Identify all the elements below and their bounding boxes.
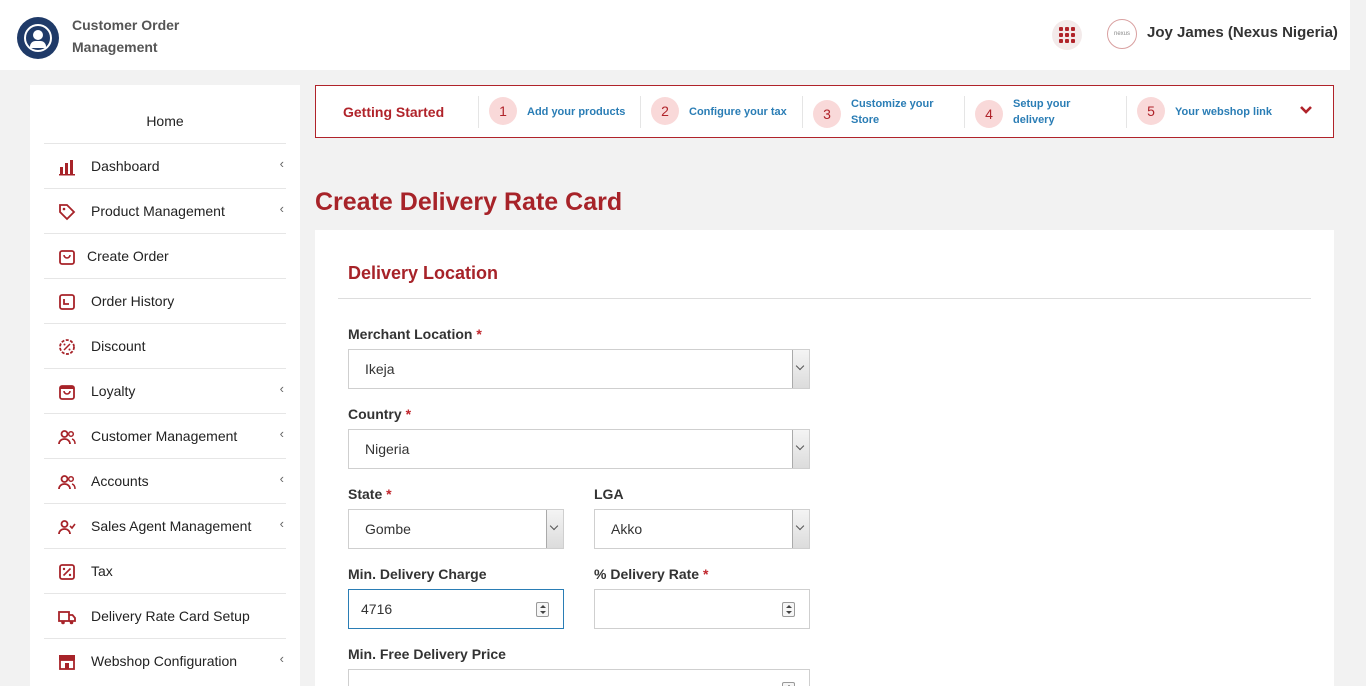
sidebar-item-tax[interactable]: Tax [44, 548, 286, 593]
delivery-rate-label: % Delivery Rate * [594, 566, 709, 582]
sidebar-item-order-history[interactable]: Order History [44, 278, 286, 323]
step-label: Configure your tax [689, 106, 787, 118]
chevron-down-icon [792, 430, 809, 468]
lga-select[interactable]: Akko [594, 509, 810, 549]
users-icon [58, 430, 76, 445]
step-number: 3 [813, 100, 841, 128]
chevron-down-icon [792, 510, 809, 548]
history-icon [59, 294, 75, 310]
sidebar-item-sales-agent-management[interactable]: Sales Agent Management ‹ [44, 503, 286, 548]
sidebar-item-label: Customer Management [91, 428, 238, 444]
number-spinner[interactable] [782, 682, 795, 686]
min-delivery-charge-input[interactable]: 4716 [348, 589, 564, 629]
tag-icon [59, 204, 76, 221]
app-logo[interactable] [17, 17, 59, 59]
sidebar-item-product-management[interactable]: Product Management ‹ [44, 188, 286, 233]
merchant-location-label: Merchant Location * [348, 326, 482, 342]
step-customize-store[interactable]: 3 Customize your Store [802, 96, 964, 128]
section-divider [338, 298, 1311, 299]
lga-label: LGA [594, 486, 624, 502]
step-number: 4 [975, 100, 1003, 128]
gift-icon [59, 385, 75, 400]
store-icon [59, 655, 75, 670]
users-icon [58, 475, 76, 490]
state-label: State * [348, 486, 392, 502]
shopping-bag-icon [59, 250, 75, 265]
min-free-delivery-price-label: Min. Free Delivery Price [348, 646, 506, 662]
sidebar-item-dashboard[interactable]: Dashboard ‹ [44, 143, 286, 188]
merchant-location-select[interactable]: Ikeja [348, 349, 810, 389]
sidebar-item-label: Loyalty [91, 383, 136, 399]
step-number: 2 [651, 97, 679, 125]
chevron-down-icon [792, 350, 809, 388]
top-header: Customer Order Management nexus Joy Jame… [0, 0, 1350, 70]
percent-icon [59, 564, 75, 580]
chevron-left-icon: ‹ [279, 651, 284, 666]
truck-icon [58, 611, 76, 625]
step-number: 1 [489, 97, 517, 125]
chevron-left-icon: ‹ [279, 426, 284, 441]
number-spinner[interactable] [782, 602, 795, 617]
delivery-location-card: Delivery Location Merchant Location * Ik… [315, 230, 1334, 686]
chevron-down-icon [546, 510, 563, 548]
sidebar-item-label: Create Order [87, 248, 169, 264]
step-add-products[interactable]: 1 Add your products [478, 96, 640, 128]
sidebar: Home Dashboard ‹ Product Management ‹ Cr… [30, 85, 300, 686]
step-setup-delivery[interactable]: 4 Setup your delivery [964, 96, 1126, 128]
country-label: Country * [348, 406, 412, 422]
sidebar-item-label: Dashboard [91, 158, 160, 174]
avatar[interactable]: nexus [1107, 19, 1137, 49]
sidebar-item-label: Tax [91, 563, 113, 579]
sidebar-item-loyalty[interactable]: Loyalty ‹ [44, 368, 286, 413]
sidebar-item-customer-management[interactable]: Customer Management ‹ [44, 413, 286, 458]
chevron-left-icon: ‹ [279, 471, 284, 486]
sidebar-item-label: Order History [91, 293, 175, 309]
app-title: Customer Order Management [72, 17, 180, 55]
chevron-left-icon: ‹ [279, 201, 284, 216]
apps-grid-icon[interactable] [1052, 20, 1082, 50]
bar-chart-icon [59, 160, 75, 176]
sidebar-item-delivery-rate-card-setup[interactable]: Delivery Rate Card Setup [44, 593, 286, 638]
chevron-left-icon: ‹ [279, 156, 284, 171]
getting-started-title: Getting Started [343, 104, 445, 120]
step-webshop-link[interactable]: 5 Your webshop link [1126, 96, 1288, 128]
min-free-delivery-price-input[interactable] [348, 669, 810, 686]
step-label: Setup your delivery [1013, 98, 1071, 126]
sidebar-item-label: Sales Agent Management [91, 518, 252, 534]
section-title: Delivery Location [348, 263, 499, 283]
sidebar-item-webshop-configuration[interactable]: Webshop Configuration ‹ [44, 638, 286, 683]
min-delivery-charge-label: Min. Delivery Charge [348, 566, 487, 582]
delivery-rate-input[interactable] [594, 589, 810, 629]
step-label: Customize your Store [851, 98, 934, 126]
getting-started-bar: Getting Started 1 Add your products 2 Co… [315, 85, 1334, 138]
state-select[interactable]: Gombe [348, 509, 564, 549]
sidebar-nav: Dashboard ‹ Product Management ‹ Create … [44, 143, 286, 683]
sidebar-item-label: Accounts [91, 473, 149, 489]
sidebar-item-label: Webshop Configuration [91, 653, 238, 669]
sidebar-item-accounts[interactable]: Accounts ‹ [44, 458, 286, 503]
sidebar-home-link[interactable]: Home [30, 113, 300, 129]
sidebar-item-label: Delivery Rate Card Setup [91, 608, 250, 624]
sidebar-item-label: Product Management [91, 203, 225, 219]
step-configure-tax[interactable]: 2 Configure your tax [640, 96, 802, 128]
chevron-left-icon: ‹ [279, 381, 284, 396]
step-label: Add your products [527, 106, 626, 118]
chevron-down-icon[interactable] [1299, 103, 1313, 117]
sidebar-item-discount[interactable]: Discount [44, 323, 286, 368]
user-check-icon [58, 520, 76, 535]
number-spinner[interactable] [536, 602, 549, 617]
user-circle-icon [24, 24, 52, 52]
sidebar-item-create-order[interactable]: Create Order [44, 233, 286, 278]
user-name[interactable]: Joy James (Nexus Nigeria) [1147, 24, 1338, 41]
step-label: Your webshop link [1175, 106, 1272, 118]
page-title: Create Delivery Rate Card [315, 188, 623, 216]
sidebar-item-label: Discount [91, 338, 146, 354]
discount-badge-icon [59, 339, 75, 355]
country-select[interactable]: Nigeria [348, 429, 810, 469]
step-number: 5 [1137, 97, 1165, 125]
chevron-left-icon: ‹ [279, 516, 284, 531]
